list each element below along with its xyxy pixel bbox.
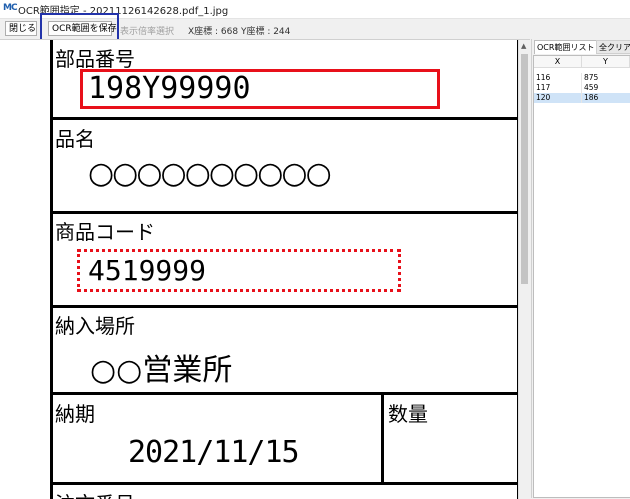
column-header-x[interactable]: X — [534, 56, 582, 68]
scroll-up-arrow-icon[interactable]: ▲ — [521, 42, 526, 50]
tab-ocr-range-list[interactable]: OCR範囲リスト — [534, 40, 598, 54]
order-number-label: 注文番号 — [55, 488, 135, 499]
ocr-range-list[interactable]: X Y 116 875 117 459 120 186 — [533, 55, 630, 498]
app-logo-icon: MC — [3, 3, 18, 13]
list-row-selected[interactable]: 120 186 — [534, 93, 630, 103]
product-code-label: 商品コード — [55, 220, 155, 244]
form-row-divider — [50, 117, 520, 120]
coordinate-readout: X座標 : 668 Y座標 : 244 — [188, 27, 291, 37]
row-y-value: 875 — [584, 73, 599, 82]
form-left-border — [50, 40, 53, 499]
product-name-value: ○○○○○○○○○○ — [88, 156, 332, 191]
clear-all-button[interactable]: 全クリア — [596, 40, 630, 54]
row-x-value: 117 — [534, 83, 582, 93]
delivery-place-label: 納入場所 — [55, 314, 135, 338]
delivery-place-value: ○○営業所 — [90, 353, 233, 388]
close-button[interactable]: 閉じる — [5, 21, 37, 36]
part-number-label: 部品番号 — [55, 47, 135, 71]
product-name-label: 品名 — [55, 127, 95, 151]
due-date-label: 納期 — [55, 402, 95, 426]
row-y-value: 459 — [584, 83, 599, 92]
scrollbar-thumb[interactable] — [521, 54, 528, 284]
form-row-divider — [50, 211, 520, 214]
zoom-select[interactable]: 表示倍率選択 — [120, 24, 174, 37]
form-row-divider — [50, 392, 520, 395]
due-date-value: 2021/11/15 — [128, 435, 300, 470]
list-row[interactable]: 117 459 — [534, 83, 630, 93]
product-code-value: 4519999 — [88, 254, 207, 287]
ocr-range-panel: OCR範囲リスト 全クリア X Y 116 875 117 459 120 18… — [531, 39, 630, 498]
list-row[interactable]: 116 875 — [534, 73, 630, 83]
form-row-divider — [50, 305, 520, 308]
part-number-value: 198Y99990 — [88, 71, 251, 106]
document-viewer[interactable]: 部品番号 198Y99990 品名 ○○○○○○○○○○ 商品コード 45199… — [0, 39, 530, 499]
row-x-value: 120 — [534, 93, 582, 103]
form-row-divider — [50, 482, 520, 485]
vertical-scrollbar[interactable]: ▲ — [518, 40, 530, 499]
column-header-y[interactable]: Y — [582, 56, 630, 68]
quantity-label: 数量 — [388, 402, 428, 426]
form-column-divider — [381, 392, 384, 484]
row-y-value: 186 — [584, 93, 599, 102]
row-x-value: 116 — [534, 73, 582, 83]
